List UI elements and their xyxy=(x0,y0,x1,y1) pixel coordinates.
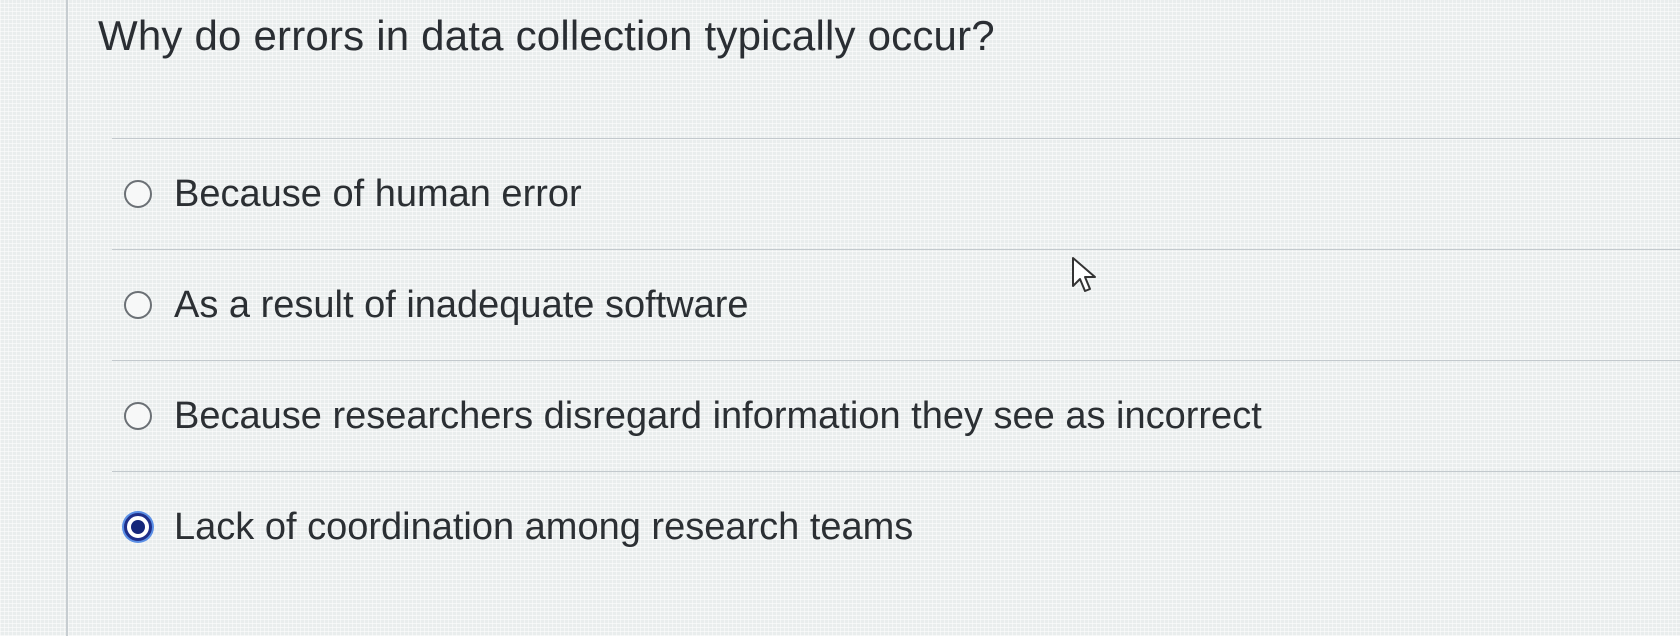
radio-button[interactable] xyxy=(124,180,152,208)
option-label: Because researchers disregard informatio… xyxy=(174,394,1262,437)
option-lack-of-coordination[interactable]: Lack of coordination among research team… xyxy=(112,472,1680,582)
radio-button-selected[interactable] xyxy=(124,513,152,541)
panel-edge xyxy=(66,0,68,636)
option-label: As a result of inadequate software xyxy=(174,283,749,326)
option-human-error[interactable]: Because of human error xyxy=(112,139,1680,249)
option-label: Lack of coordination among research team… xyxy=(174,505,914,548)
radio-button[interactable] xyxy=(124,402,152,430)
answer-options: Because of human error As a result of in… xyxy=(112,138,1680,582)
mouse-pointer-icon xyxy=(1072,257,1096,292)
option-inadequate-software[interactable]: As a result of inadequate software xyxy=(112,250,1680,360)
option-disregard-information[interactable]: Because researchers disregard informatio… xyxy=(112,361,1680,471)
option-label: Because of human error xyxy=(174,172,582,215)
question-title: Why do errors in data collection typical… xyxy=(98,12,995,59)
radio-button[interactable] xyxy=(124,291,152,319)
